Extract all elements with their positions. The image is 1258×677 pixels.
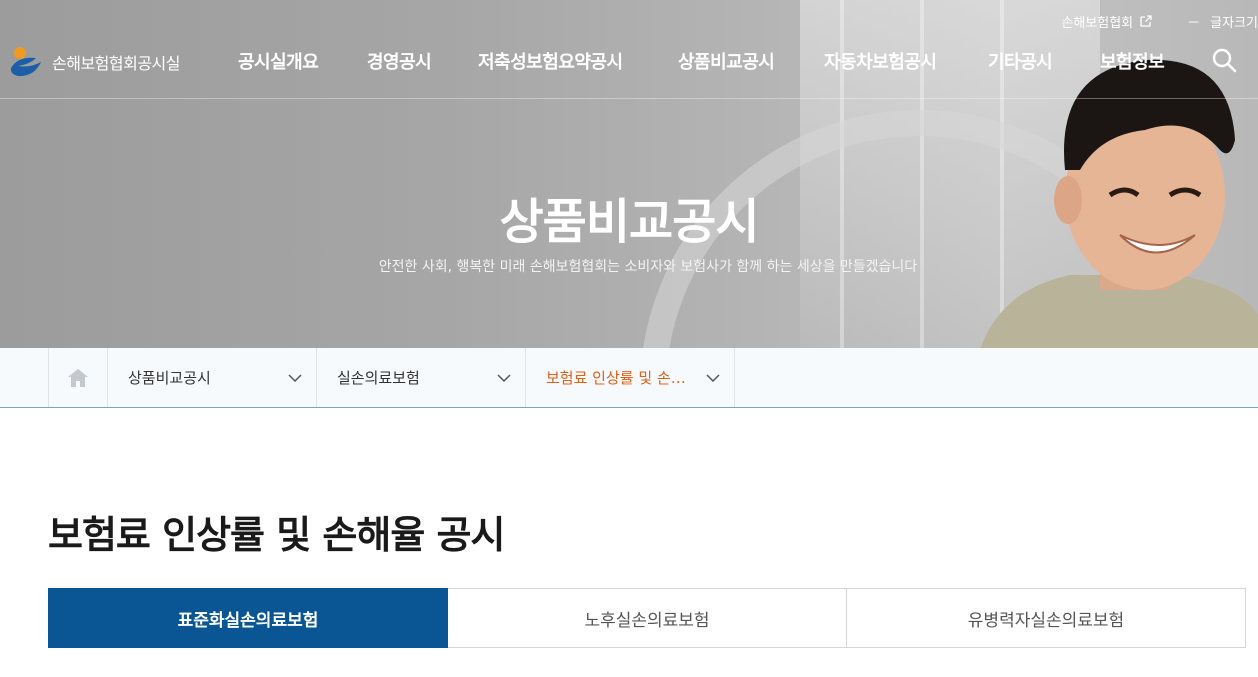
breadcrumb-level2-label: 실손의료보험: [337, 369, 420, 387]
tab-senior-medical-insurance[interactable]: 노후실손의료보험: [448, 588, 847, 648]
breadcrumb-dropdown-level3[interactable]: 보험료 인상률 및 손해율 공시: [526, 348, 735, 407]
hero-subtitle: 안전한 사회, 행복한 미래 손해보험협회는 소비자와 보험사가 함께 하는 세…: [378, 259, 918, 275]
breadcrumb-level1-label: 상품비교공시: [128, 369, 211, 387]
external-link-icon: [1140, 15, 1152, 27]
logo-text: 손해보험협회공시실: [52, 54, 180, 73]
breadcrumb-dropdown-level1[interactable]: 상품비교공시: [108, 348, 317, 407]
site-logo[interactable]: 손해보험협회공시실: [8, 44, 180, 80]
hero-banner: 상품비교공시 안전한 사회, 행복한 미래 손해보험협회는 소비자와 보험사가 …: [0, 0, 1258, 348]
nav-item-disclosure-overview[interactable]: 공시실개요: [238, 48, 319, 74]
font-size-label: 글자크기: [1210, 15, 1258, 31]
breadcrumb-level3-label: 보험료 인상률 및 손해율 공시: [546, 369, 696, 387]
nav-item-insurance-info[interactable]: 보험정보: [1100, 48, 1165, 74]
home-button[interactable]: [48, 348, 108, 407]
tab-standard-medical-insurance[interactable]: 표준화실손의료보험: [48, 588, 448, 648]
logo-icon: [10, 47, 41, 77]
utility-bar: 손해보험협회 － 글자크기: [1061, 12, 1258, 31]
nav-item-other[interactable]: 기타공시: [988, 48, 1053, 74]
hero-title: 상품비교공시: [499, 194, 760, 250]
font-size-control: － 글자크기: [1187, 12, 1258, 31]
breadcrumb: 상품비교공시 실손의료보험 보험료 인상률 및 손해율 공시: [0, 348, 1258, 408]
chevron-down-icon: [288, 373, 302, 382]
breadcrumb-dropdown-level2[interactable]: 실손의료보험: [317, 348, 526, 407]
nav-item-management[interactable]: 경영공시: [367, 48, 432, 74]
nav-item-product-comparison[interactable]: 상품비교공시: [678, 48, 775, 74]
home-icon: [68, 368, 88, 387]
association-link-label: 손해보험협회: [1061, 15, 1134, 31]
nav-item-savings-insurance[interactable]: 저축성보험요약공시: [478, 48, 623, 74]
page-title: 보험료 인상률 및 손해율 공시: [48, 513, 505, 557]
insurance-type-tabs: 표준화실손의료보험 노후실손의료보험 유병력자실손의료보험: [48, 588, 1246, 648]
chevron-down-icon: [497, 373, 511, 382]
tab-preexisting-condition-medical-insurance[interactable]: 유병력자실손의료보험: [847, 588, 1246, 648]
chevron-down-icon: [706, 373, 720, 382]
association-link[interactable]: 손해보험협회: [1061, 12, 1153, 31]
nav-item-auto-insurance[interactable]: 자동차보험공시: [824, 48, 937, 74]
search-icon[interactable]: [1211, 47, 1237, 73]
header-divider: [0, 98, 1258, 99]
font-size-decrease-button[interactable]: －: [1187, 12, 1200, 31]
